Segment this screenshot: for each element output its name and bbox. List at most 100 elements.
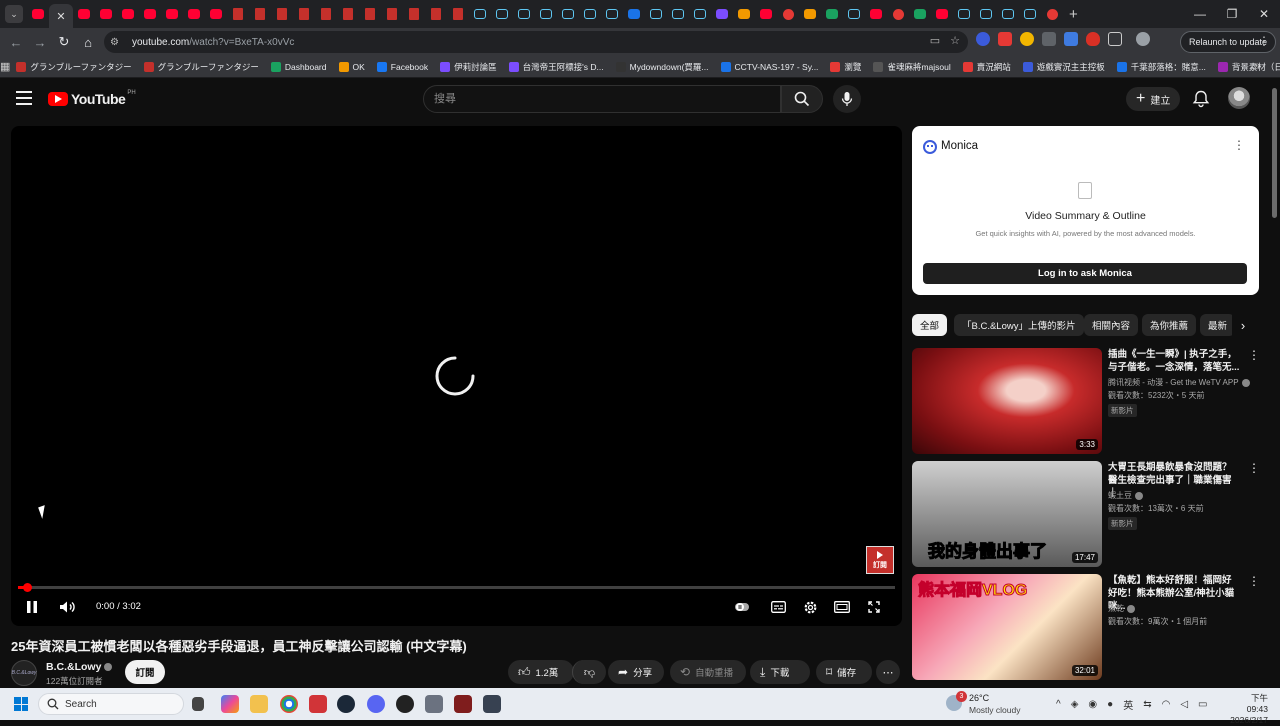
browser-tab[interactable] — [27, 3, 49, 25]
browser-tab[interactable] — [1019, 3, 1041, 25]
channel-watermark[interactable]: 訂閱 — [866, 546, 894, 574]
chevron-right-icon[interactable]: › — [1232, 314, 1254, 336]
browser-tab[interactable] — [381, 3, 403, 25]
browser-tab[interactable] — [733, 3, 755, 25]
bookmark-item[interactable]: 伊莉討論區 — [434, 56, 503, 78]
browser-tab[interactable] — [425, 3, 447, 25]
video-thumbnail[interactable]: 我的身體出事了 17:47 — [912, 461, 1102, 567]
browser-tab[interactable] — [689, 3, 711, 25]
theater-mode-button[interactable] — [833, 598, 851, 616]
bookmark-item[interactable]: グランブルーファンタジー — [10, 56, 137, 78]
chrome-icon[interactable] — [280, 695, 298, 713]
autodub-button[interactable]: ⟲ 自動重播 — [670, 660, 746, 684]
browser-tab[interactable] — [997, 3, 1019, 25]
tray-app-icon[interactable]: ◉ — [1088, 699, 1097, 710]
steam-icon[interactable] — [337, 695, 355, 713]
bookmark-item[interactable]: グランブルーファンタジー — [138, 56, 265, 78]
profile-icon[interactable] — [1136, 32, 1150, 46]
calculator-icon[interactable] — [425, 695, 443, 713]
new-tab-icon[interactable]: + — [1069, 6, 1078, 23]
browser-tab-active[interactable]: ✕ — [49, 4, 73, 28]
browser-tab[interactable] — [403, 3, 425, 25]
channel-avatar[interactable]: B.C.&Lowy — [11, 660, 37, 686]
wifi-icon[interactable]: ◠ — [1162, 699, 1171, 710]
video-player[interactable]: 訂閱 0:00 / 3:02 — [11, 126, 902, 626]
file-explorer-icon[interactable] — [250, 695, 268, 713]
browser-tab[interactable] — [117, 3, 139, 25]
back-icon[interactable]: ← — [4, 35, 28, 50]
browser-tab[interactable] — [755, 3, 777, 25]
browser-tab[interactable] — [931, 3, 953, 25]
bookmark-item[interactable]: OK — [333, 56, 371, 78]
recommendation-item[interactable]: 3:33 插曲《一生一瞬》| 执子之手，与子偕老。一念深情，落笔无... 腾讯视… — [912, 348, 1262, 454]
browser-tab[interactable] — [777, 3, 799, 25]
github-icon[interactable] — [396, 695, 414, 713]
bookmark-item[interactable]: 賣況網站 — [957, 56, 1017, 78]
browser-tab[interactable] — [557, 3, 579, 25]
browser-tab[interactable] — [73, 3, 95, 25]
save-button[interactable]: ⌑ 儲存 — [816, 660, 872, 684]
voice-search-button[interactable] — [833, 85, 861, 113]
input-mode-icon[interactable]: ⇆ — [1143, 699, 1151, 710]
extension-icon[interactable] — [1086, 32, 1100, 46]
recommendation-item[interactable]: 我的身體出事了 17:47 大胃王長期暴飲暴食沒問題？醫生檢查完出事了｜職業傷害… — [912, 461, 1262, 567]
bookmark-item[interactable]: Mydowndown(買羅... — [610, 56, 715, 78]
taskbar-clock[interactable]: 下午 09:43 2026/2/17 — [1228, 693, 1268, 726]
speaker-icon[interactable]: ◁ — [1180, 699, 1188, 710]
bookmark-item[interactable]: Facebook — [371, 56, 434, 78]
browser-tab[interactable] — [667, 3, 689, 25]
browser-tab[interactable] — [513, 3, 535, 25]
browser-tab[interactable] — [205, 3, 227, 25]
browser-tab[interactable] — [799, 3, 821, 25]
chip-latest[interactable]: 最新 — [1200, 314, 1236, 336]
bookmark-item[interactable]: 背景素材（日本住... — [1212, 56, 1280, 78]
recommendation-item[interactable]: 熊本福岡VLOG 32:01 【魚乾】熊本好舒服！福岡好好吃！熊本熊辦公室/神社… — [912, 574, 1262, 680]
cast-icon[interactable]: ▭ — [930, 34, 940, 47]
browser-tab[interactable] — [95, 3, 117, 25]
monica-menu-icon[interactable]: ⋮ — [1233, 138, 1245, 152]
browser-tab[interactable] — [359, 3, 381, 25]
browser-tab[interactable] — [579, 3, 601, 25]
video-thumbnail[interactable]: 熊本福岡VLOG 32:01 — [912, 574, 1102, 680]
app-icon[interactable] — [483, 695, 501, 713]
discord-icon[interactable] — [367, 695, 385, 713]
browser-tab[interactable] — [1041, 3, 1063, 25]
recommendation-menu-icon[interactable]: ⋮ — [1248, 574, 1260, 588]
progress-bar[interactable] — [18, 583, 895, 592]
browser-tab[interactable] — [645, 3, 667, 25]
apps-grid-icon[interactable]: ▦ — [0, 60, 10, 73]
bookmark-item[interactable]: 瀏覽 — [824, 56, 867, 78]
browser-tab[interactable] — [469, 3, 491, 25]
browser-tab[interactable] — [975, 3, 997, 25]
browser-menu-icon[interactable]: ⋮ — [1258, 34, 1270, 48]
share-button[interactable]: ➦ 分享 — [608, 660, 664, 684]
notifications-bell-icon[interactable] — [1191, 89, 1211, 109]
windows-start-icon[interactable] — [14, 697, 28, 711]
menu-icon[interactable] — [16, 91, 32, 105]
monica-login-button[interactable]: Log in to ask Monica — [923, 263, 1247, 284]
extension-icon[interactable] — [1020, 32, 1034, 46]
create-button[interactable]: + 建立 — [1126, 87, 1181, 111]
subscribe-button[interactable]: 訂閱 — [125, 660, 165, 684]
extension-icon[interactable] — [976, 32, 990, 46]
chevron-up-icon[interactable]: ^ — [1056, 699, 1061, 710]
chip-recommended[interactable]: 為你推薦 — [1142, 314, 1197, 336]
browser-tab[interactable] — [601, 3, 623, 25]
fullscreen-button[interactable] — [865, 598, 883, 616]
browser-tab[interactable] — [887, 3, 909, 25]
browser-tab[interactable] — [447, 3, 469, 25]
browser-tab[interactable] — [315, 3, 337, 25]
browser-tab[interactable] — [711, 3, 733, 25]
translate-icon[interactable] — [1064, 32, 1078, 46]
account-avatar[interactable] — [1228, 87, 1250, 109]
bookmark-item[interactable]: 雀魂麻將majsoul — [867, 56, 956, 78]
browser-tab[interactable] — [623, 3, 645, 25]
tab-search-button[interactable]: ⌄ — [5, 5, 23, 23]
minimize-icon[interactable]: — — [1184, 0, 1216, 28]
browser-tab[interactable] — [491, 3, 513, 25]
autoplay-toggle[interactable] — [733, 598, 751, 616]
more-actions-icon[interactable]: ⋯ — [876, 660, 900, 684]
reload-icon[interactable]: ↻ — [52, 34, 76, 50]
task-view-icon[interactable] — [192, 697, 204, 711]
bookmark-item[interactable]: 遊戲實況主主控板 — [1017, 56, 1111, 78]
